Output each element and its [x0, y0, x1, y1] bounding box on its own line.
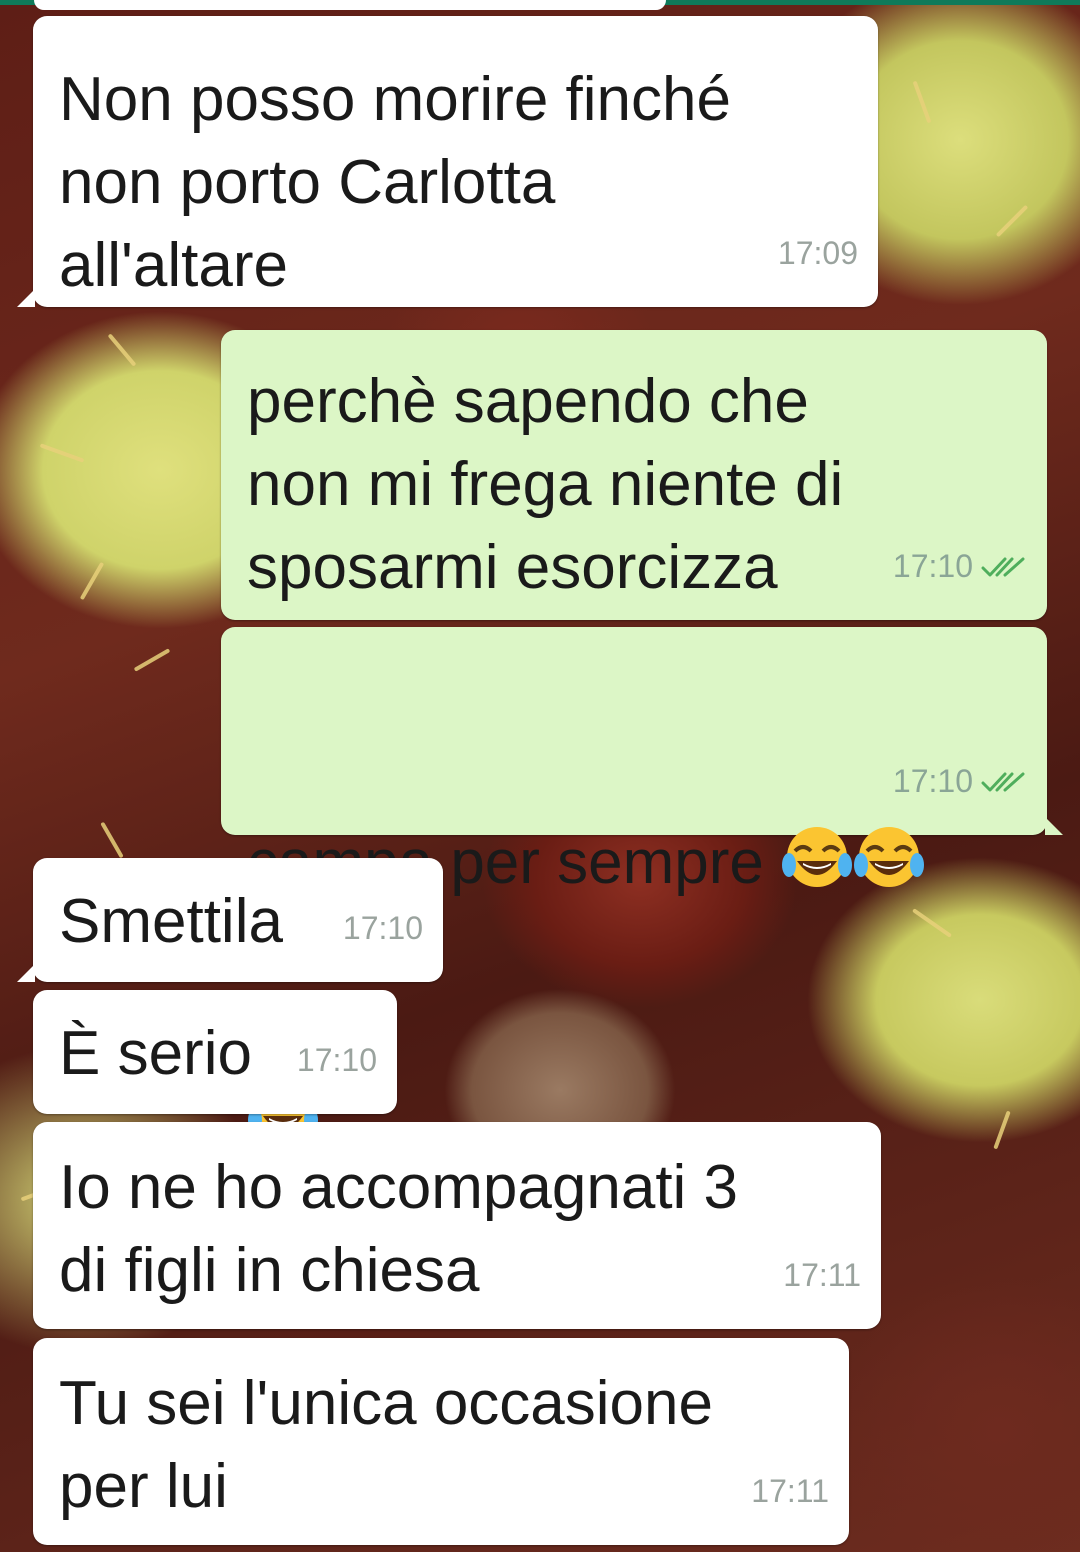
message-bubble-outgoing[interactable]: campa per sempre 17:10: [221, 627, 1063, 1142]
message-meta: 17:10: [893, 525, 1027, 608]
message-bubble-incoming[interactable]: Io ne ho accompagnati 3 di figli in chies…: [33, 1122, 881, 1329]
message-text: È serio: [59, 1019, 252, 1088]
message-meta: 17:10: [893, 740, 1027, 823]
bubble-tail: [17, 289, 35, 307]
message-time: 17:10: [892, 763, 973, 799]
message-time: 17:09: [777, 235, 858, 271]
message-bubble-incoming[interactable]: Tu sei l'unica occasione per lui 17:11: [33, 1338, 849, 1545]
message-bubble-outgoing[interactable]: perchè sapendo che non mi frega niente di…: [221, 330, 1047, 620]
double-check-icon: [981, 770, 1027, 794]
message-text: Io ne ho accompagnati 3 di figli in chies…: [59, 1153, 739, 1305]
message-meta: 17:10: [297, 1019, 377, 1102]
message-meta: 17:10: [343, 887, 423, 970]
message-bubble-incoming[interactable]: Smettila 17:10: [17, 858, 443, 982]
message-time: 17:10: [296, 1042, 377, 1078]
bubble-tail: [1045, 817, 1063, 835]
double-check-icon: [981, 555, 1027, 579]
message-time: 17:10: [892, 548, 973, 584]
face-with-tears-of-joy-icon: [781, 823, 853, 895]
message-meta: 17:09: [778, 212, 858, 295]
previous-message-bubble-edge: [34, 0, 666, 10]
message-text: Smettila: [59, 887, 283, 956]
message-bubble-incoming[interactable]: È serio 17:10: [33, 990, 397, 1114]
bubble-tail: [17, 964, 35, 982]
face-with-tears-of-joy-icon: [853, 823, 925, 895]
message-time: 17:10: [342, 910, 423, 946]
message-text: Tu sei l'unica occasione per lui: [59, 1369, 713, 1521]
message-bubble-incoming[interactable]: Non posso morire finché non porto Carlott…: [17, 16, 878, 307]
message-meta: 17:11: [783, 1234, 861, 1317]
message-text: Non posso morire finché non porto Carlott…: [59, 65, 731, 300]
message-time: 17:11: [751, 1473, 829, 1509]
message-time: 17:11: [783, 1257, 861, 1293]
message-text: perchè sapendo che non mi frega niente di…: [247, 367, 844, 602]
message-meta: 17:11: [751, 1450, 829, 1533]
